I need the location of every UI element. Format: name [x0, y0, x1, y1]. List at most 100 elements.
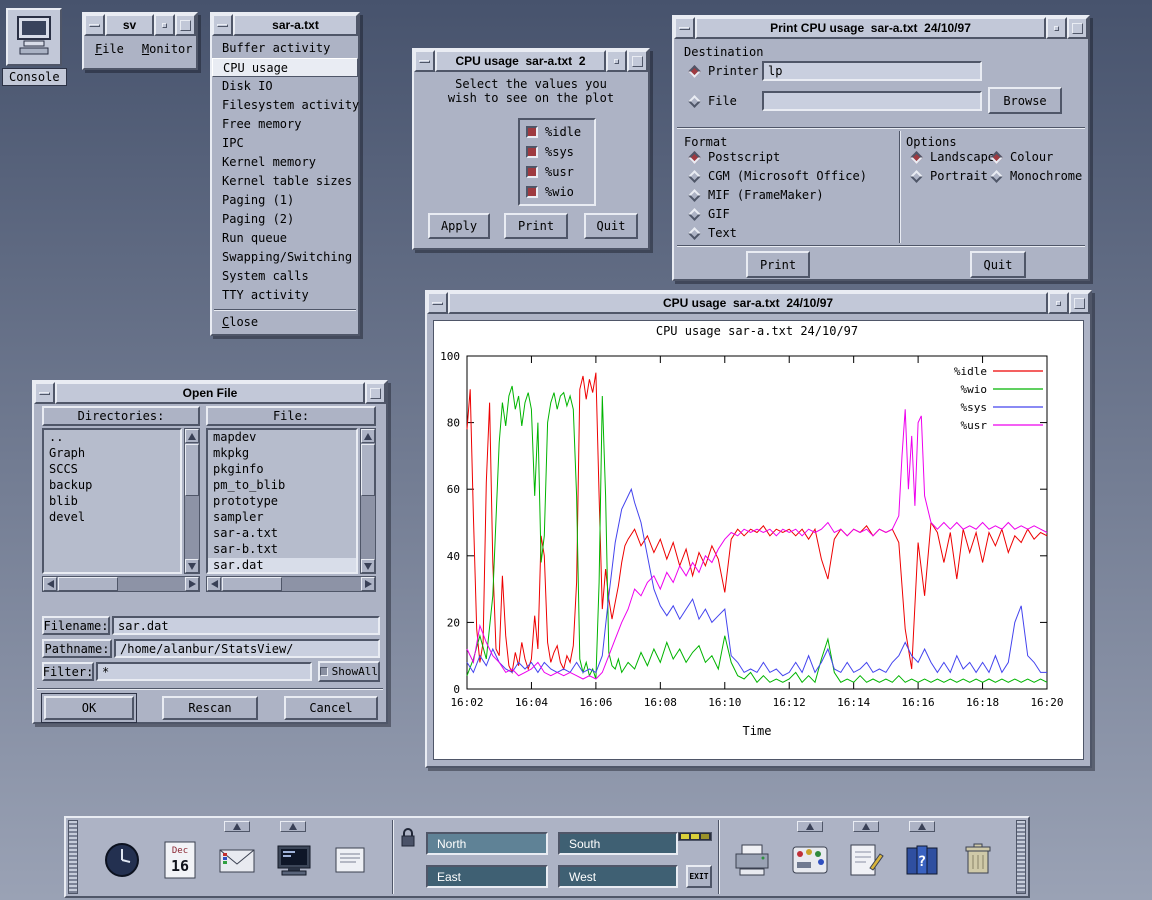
- printer-radio[interactable]: Printer: [688, 64, 759, 78]
- scrollbar-thumb[interactable]: [222, 577, 282, 591]
- checkbox-usr[interactable]: %usr: [526, 165, 588, 179]
- apply-button[interactable]: Apply: [428, 213, 490, 239]
- scroll-up-button[interactable]: [361, 429, 375, 443]
- print-button[interactable]: Print: [746, 251, 810, 278]
- format-option-gif[interactable]: GIF: [688, 207, 730, 221]
- mail-icon[interactable]: [214, 836, 262, 884]
- window-menu-button[interactable]: [212, 14, 233, 36]
- scrollbar-thumb[interactable]: [361, 444, 375, 496]
- open-file-title[interactable]: Open File: [55, 382, 365, 404]
- scrollbar-thumb[interactable]: [185, 444, 199, 496]
- menu-item-ipc[interactable]: IPC: [212, 134, 358, 153]
- directories-vertical-scrollbar[interactable]: [184, 428, 200, 574]
- editor-subpanel-arrow[interactable]: [853, 821, 879, 832]
- window-menu-button[interactable]: [34, 382, 55, 404]
- file-field[interactable]: [762, 91, 982, 111]
- help-subpanel-arrow[interactable]: [909, 821, 935, 832]
- file-item[interactable]: sar-b.txt: [208, 542, 356, 558]
- workspace-button-east[interactable]: East: [426, 865, 548, 888]
- menu-item-kernel-table-sizes[interactable]: Kernel table sizes: [212, 172, 358, 191]
- window-menu-button[interactable]: [414, 50, 435, 72]
- directory-item[interactable]: SCCS: [44, 462, 180, 478]
- directory-item[interactable]: Graph: [44, 446, 180, 462]
- directory-item[interactable]: devel: [44, 510, 180, 526]
- terminal-subpanel-arrow[interactable]: [280, 821, 306, 832]
- panel-left-handle[interactable]: [68, 820, 78, 894]
- file-item[interactable]: sampler: [208, 510, 356, 526]
- rescan-button[interactable]: Rescan: [162, 696, 258, 720]
- menu-item-filesystem-activity[interactable]: Filesystem activity: [212, 96, 358, 115]
- lock-icon[interactable]: [396, 824, 420, 852]
- color-option-monochrome[interactable]: Monochrome: [990, 169, 1082, 183]
- calendar-icon[interactable]: Dec16: [156, 836, 204, 884]
- filter-field[interactable]: [96, 662, 312, 681]
- text-editor-icon[interactable]: [842, 836, 890, 884]
- scroll-down-button[interactable]: [361, 559, 375, 573]
- mail-subpanel-arrow[interactable]: [224, 821, 250, 832]
- minimize-button[interactable]: [1046, 17, 1067, 39]
- file-item[interactable]: prototype: [208, 494, 356, 510]
- directories-horizontal-scrollbar[interactable]: [42, 576, 200, 592]
- format-option-text[interactable]: Text: [688, 226, 737, 240]
- menu-item-buffer-activity[interactable]: Buffer activity: [212, 39, 358, 58]
- exit-button[interactable]: EXIT: [686, 865, 712, 888]
- file-radio[interactable]: File: [688, 94, 737, 108]
- color-option-colour[interactable]: Colour: [990, 150, 1053, 164]
- checkbox-idle[interactable]: %idle: [526, 125, 588, 139]
- checkbox-wio[interactable]: %wio: [526, 185, 588, 199]
- menu-item-close[interactable]: Close: [212, 313, 358, 332]
- scroll-down-button[interactable]: [185, 559, 199, 573]
- menu-item-system-calls[interactable]: System calls: [212, 267, 358, 286]
- maximize-button[interactable]: [1069, 292, 1090, 314]
- format-option-mif[interactable]: MIF (FrameMaker): [688, 188, 824, 202]
- scroll-left-button[interactable]: [207, 577, 221, 591]
- minimize-button[interactable]: [154, 14, 175, 36]
- workspace-button-south[interactable]: South: [558, 832, 678, 855]
- terminal-icon[interactable]: [270, 836, 318, 884]
- scroll-right-button[interactable]: [185, 577, 199, 591]
- console-icon-label[interactable]: Console: [2, 68, 67, 86]
- menu-item-paging-1[interactable]: Paging (1): [212, 191, 358, 210]
- cancel-button[interactable]: Cancel: [284, 696, 378, 720]
- format-option-cgm[interactable]: CGM (Microsoft Office): [688, 169, 867, 183]
- clock-icon[interactable]: [98, 836, 146, 884]
- orientation-option-portrait[interactable]: Portrait: [910, 169, 988, 183]
- window-menu-button[interactable]: [674, 17, 695, 39]
- scrollbar-thumb[interactable]: [58, 577, 118, 591]
- file-item-selected[interactable]: sar.dat: [208, 558, 356, 574]
- menu-item-disk-io[interactable]: Disk IO: [212, 77, 358, 96]
- browse-button[interactable]: Browse: [988, 87, 1062, 114]
- showall-button[interactable]: ShowAll: [318, 661, 380, 682]
- file-item[interactable]: mkpkg: [208, 446, 356, 462]
- pathname-field[interactable]: [114, 639, 380, 658]
- menu-item-free-memory[interactable]: Free memory: [212, 115, 358, 134]
- scroll-left-button[interactable]: [43, 577, 57, 591]
- directory-item[interactable]: blib: [44, 494, 180, 510]
- letter-icon[interactable]: [326, 836, 374, 884]
- file-item[interactable]: pkginfo: [208, 462, 356, 478]
- directory-item[interactable]: ..: [44, 430, 180, 446]
- directory-item[interactable]: backup: [44, 478, 180, 494]
- help-icon[interactable]: ?: [898, 836, 946, 884]
- style-subpanel-arrow[interactable]: [797, 821, 823, 832]
- monitor-menu[interactable]: Monitor: [135, 40, 200, 58]
- printer-icon[interactable]: [728, 836, 776, 884]
- sar-menu-title[interactable]: sar-a.txt: [233, 14, 358, 36]
- file-item[interactable]: sar-a.txt: [208, 526, 356, 542]
- maximize-button[interactable]: [627, 50, 648, 72]
- menu-item-swapping-switching[interactable]: Swapping/Switching: [212, 248, 358, 267]
- files-horizontal-scrollbar[interactable]: [206, 576, 376, 592]
- window-menu-button[interactable]: [84, 14, 105, 36]
- file-item[interactable]: mapdev: [208, 430, 356, 446]
- maximize-button[interactable]: [365, 382, 386, 404]
- quit-button[interactable]: Quit: [970, 251, 1026, 278]
- print-dialog-title[interactable]: Print CPU usage sar-a.txt 24/10/97: [695, 17, 1046, 39]
- style-manager-icon[interactable]: [786, 836, 834, 884]
- values-dialog-title[interactable]: CPU usage sar-a.txt 2: [435, 50, 606, 72]
- ok-button[interactable]: OK: [44, 696, 134, 720]
- chart-window-title[interactable]: CPU usage sar-a.txt 24/10/97: [448, 292, 1048, 314]
- maximize-button[interactable]: [175, 14, 196, 36]
- window-menu-button[interactable]: [427, 292, 448, 314]
- workspace-button-west[interactable]: West: [558, 865, 678, 888]
- checkbox-sys[interactable]: %sys: [526, 145, 588, 159]
